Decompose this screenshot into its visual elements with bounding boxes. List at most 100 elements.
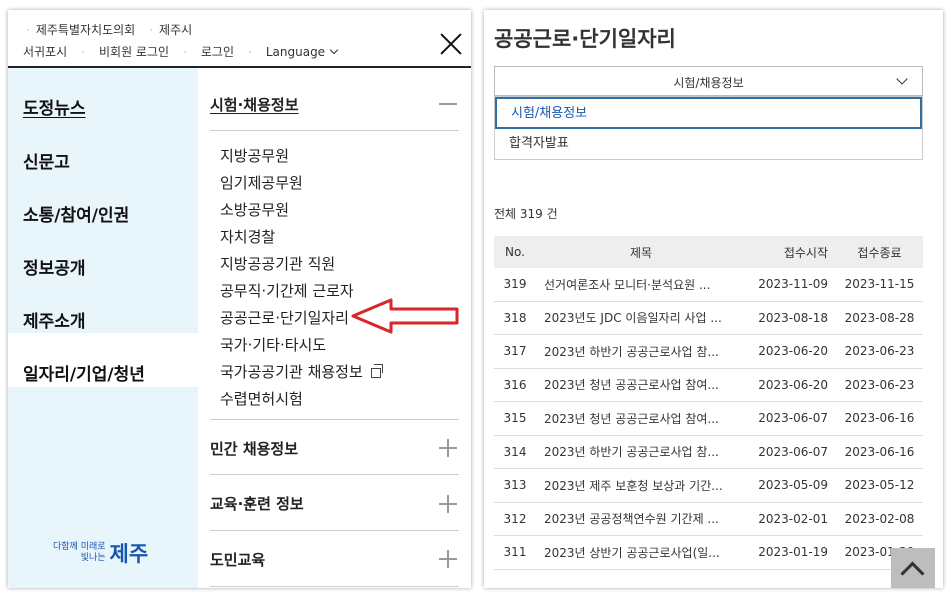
row-start-date: 2023-06-20 [758,377,828,392]
table-row[interactable]: 313 2023년 제주 보훈청 보상과 기간... 2023-05-09 2023-… [494,469,923,503]
row-end-date: 2023-06-16 [844,411,915,426]
row-start-date: 2023-06-20 [758,344,828,359]
nav-item-info-disclosure[interactable]: 정보공개 [23,254,86,279]
col-title: 제목 [629,245,653,260]
row-title-link[interactable]: 2023년 청년 공공근로사업 참여... [536,376,746,393]
link-login[interactable]: 로그인 [201,43,234,60]
utility-links: · 제주특별자치도의회 · 제주시 서귀포시 · 비회원 로그인 · 로그인 · L… [8,10,471,66]
table-row[interactable]: 311 2023년 상반기 공공근로사업(일... 2023-01-19 2023-0… [494,536,923,570]
red-arrow-annotation [351,298,459,334]
row-end-date: 2023-08-28 [844,310,915,325]
row-start-date: 2023-06-07 [758,444,828,459]
nav-item-province-news[interactable]: 도정뉴스 [23,94,86,119]
table-row[interactable]: 318 2023년도 JDC 이음일자리 사업 ... 2023-08-18 2023… [494,302,923,335]
nav-item-about-jeju[interactable]: 제주소개 [23,307,86,332]
category-select[interactable]: 시험/채용정보 [494,66,923,96]
posts-table: No. 제목 접수시작 접수종료 319 선거여론조사 모니터·분석요원 ... 2… [494,236,923,570]
row-start-date: 2023-08-18 [758,310,828,325]
row-title-link[interactable]: 2023년 상반기 공공근로사업(일... [536,544,746,561]
main-nav: 도정뉴스 신문고 소통/참여/인권 정보공개 제주소개 일자리/기업/청년 다함… [8,68,198,588]
sub-item-local-official[interactable]: 지방공무원 [220,145,289,166]
row-start-date: 2023-11-09 [758,277,828,292]
option-exam-recruit[interactable]: 시험/채용정보 [495,97,922,129]
collapse-icon[interactable] [439,103,457,105]
section-education-training[interactable]: 교육·훈련 정보 [210,493,304,514]
row-no: 313 [503,478,527,493]
divider [210,530,459,531]
category-dropdown: 시험/채용정보 합격자발표 [494,96,923,160]
row-no: 315 [503,411,527,426]
row-no: 318 [503,310,527,325]
row-title-link[interactable]: 2023년 공공정책연수원 기간제 ... [536,510,746,527]
row-title-link[interactable]: 2023년도 JDC 이음일자리 사업 ... [536,309,746,326]
expand-icon[interactable] [439,550,457,568]
page-title: 공공근로·단기일자리 [494,27,676,51]
option-pass-announcement[interactable]: 합격자발표 [495,129,922,161]
section-citizen-education[interactable]: 도민교육 [210,549,265,570]
jeju-logo: 다함께 미래로 빛나는 제주 [53,542,149,566]
close-icon[interactable] [439,32,463,56]
expand-icon[interactable] [439,439,457,457]
divider [210,419,459,420]
scroll-to-top-button[interactable] [891,548,935,588]
row-title-link[interactable]: 2023년 제주 보훈청 보상과 기간... [536,477,746,494]
row-no: 316 [503,377,527,392]
row-title-link[interactable]: 2023년 청년 공공근로사업 참여... [536,410,746,427]
col-end: 접수종료 [857,245,902,260]
divider [210,474,459,475]
sub-item-autonomous-police[interactable]: 자치경찰 [220,226,275,247]
table-row[interactable]: 315 2023년 청년 공공근로사업 참여... 2023-06-07 2023-0… [494,402,923,436]
table-row[interactable]: 319 선거여론조사 모니터·분석요원 ... 2023-11-09 2023-11-… [494,268,923,302]
sub-item-public-short-term-jobs[interactable]: 공공근로·단기일자리 [220,307,349,328]
row-no: 311 [503,545,527,560]
section-exam-recruit[interactable]: 시험·채용정보 [210,94,299,115]
table-row[interactable]: 312 2023년 공공정책연수원 기간제 ... 2023-02-01 2023-0… [494,503,923,536]
row-end-date: 2023-11-15 [844,277,915,292]
row-end-date: 2023-06-23 [844,344,915,359]
external-link-icon [370,364,383,378]
total-count: 전체 319 건 [494,207,558,221]
sub-item-fire-official[interactable]: 소방공무원 [220,199,289,220]
section-private-jobs[interactable]: 민간 채용정보 [210,438,298,459]
link-guest-login[interactable]: 비회원 로그인 [99,43,169,60]
col-no: No. [505,245,525,259]
sub-item-fixed-term-official[interactable]: 임기제공무원 [220,172,303,193]
link-jeju-council[interactable]: · 제주특별자치도의회 [26,21,135,38]
row-start-date: 2023-01-19 [758,545,828,560]
row-no: 317 [503,344,527,359]
table-header: No. 제목 접수시작 접수종료 [494,236,923,268]
row-no: 314 [503,444,527,459]
mobile-menu-panel: · 제주특별자치도의회 · 제주시 서귀포시 · 비회원 로그인 · 로그인 · L… [8,10,471,588]
sub-item-contract-worker[interactable]: 공무직·기간제 근로자 [220,280,354,301]
sub-item-national-agency-jobs[interactable]: 국가공공기관 채용정보 [220,361,383,382]
sub-item-public-agency-staff[interactable]: 지방공공기관 직원 [220,253,335,274]
chevron-down-icon [329,45,339,54]
row-end-date: 2023-02-08 [844,511,915,526]
table-row[interactable]: 314 2023년 하반기 공공근로사업 참... 2023-06-07 2023-0… [494,436,923,469]
row-title-link[interactable]: 2023년 하반기 공공근로사업 참... [536,343,746,360]
table-row[interactable]: 317 2023년 하반기 공공근로사업 참... 2023-06-20 2023-0… [494,335,923,369]
row-start-date: 2023-02-01 [758,511,828,526]
row-end-date: 2023-06-23 [844,377,915,392]
row-no: 319 [503,277,527,292]
row-end-date: 2023-06-16 [844,444,915,459]
nav-item-jobs[interactable]: 일자리/기업/청년 [23,360,145,385]
col-start: 접수시작 [783,245,828,260]
divider [210,130,459,131]
row-start-date: 2023-05-09 [758,478,828,493]
row-no: 312 [503,511,527,526]
link-jeju-city[interactable]: · 제주시 [149,21,192,38]
language-selector[interactable]: Language [266,45,339,59]
table-row[interactable]: 316 2023년 청년 공공근로사업 참여... 2023-06-20 2023-0… [494,369,923,402]
row-start-date: 2023-06-07 [758,411,828,426]
row-end-date: 2023-05-12 [844,478,915,493]
sub-item-national-other[interactable]: 국가·기타·타시도 [220,334,326,355]
sub-item-hunting-license[interactable]: 수렵면허시험 [220,388,303,409]
row-title-link[interactable]: 2023년 하반기 공공근로사업 참... [536,443,746,460]
link-seogwipo[interactable]: 서귀포시 [23,43,67,60]
nav-item-participation[interactable]: 소통/참여/인권 [23,201,129,226]
expand-icon[interactable] [439,495,457,513]
divider [210,586,459,587]
nav-item-petition[interactable]: 신문고 [23,148,70,173]
row-title-link[interactable]: 선거여론조사 모니터·분석요원 ... [536,276,746,293]
